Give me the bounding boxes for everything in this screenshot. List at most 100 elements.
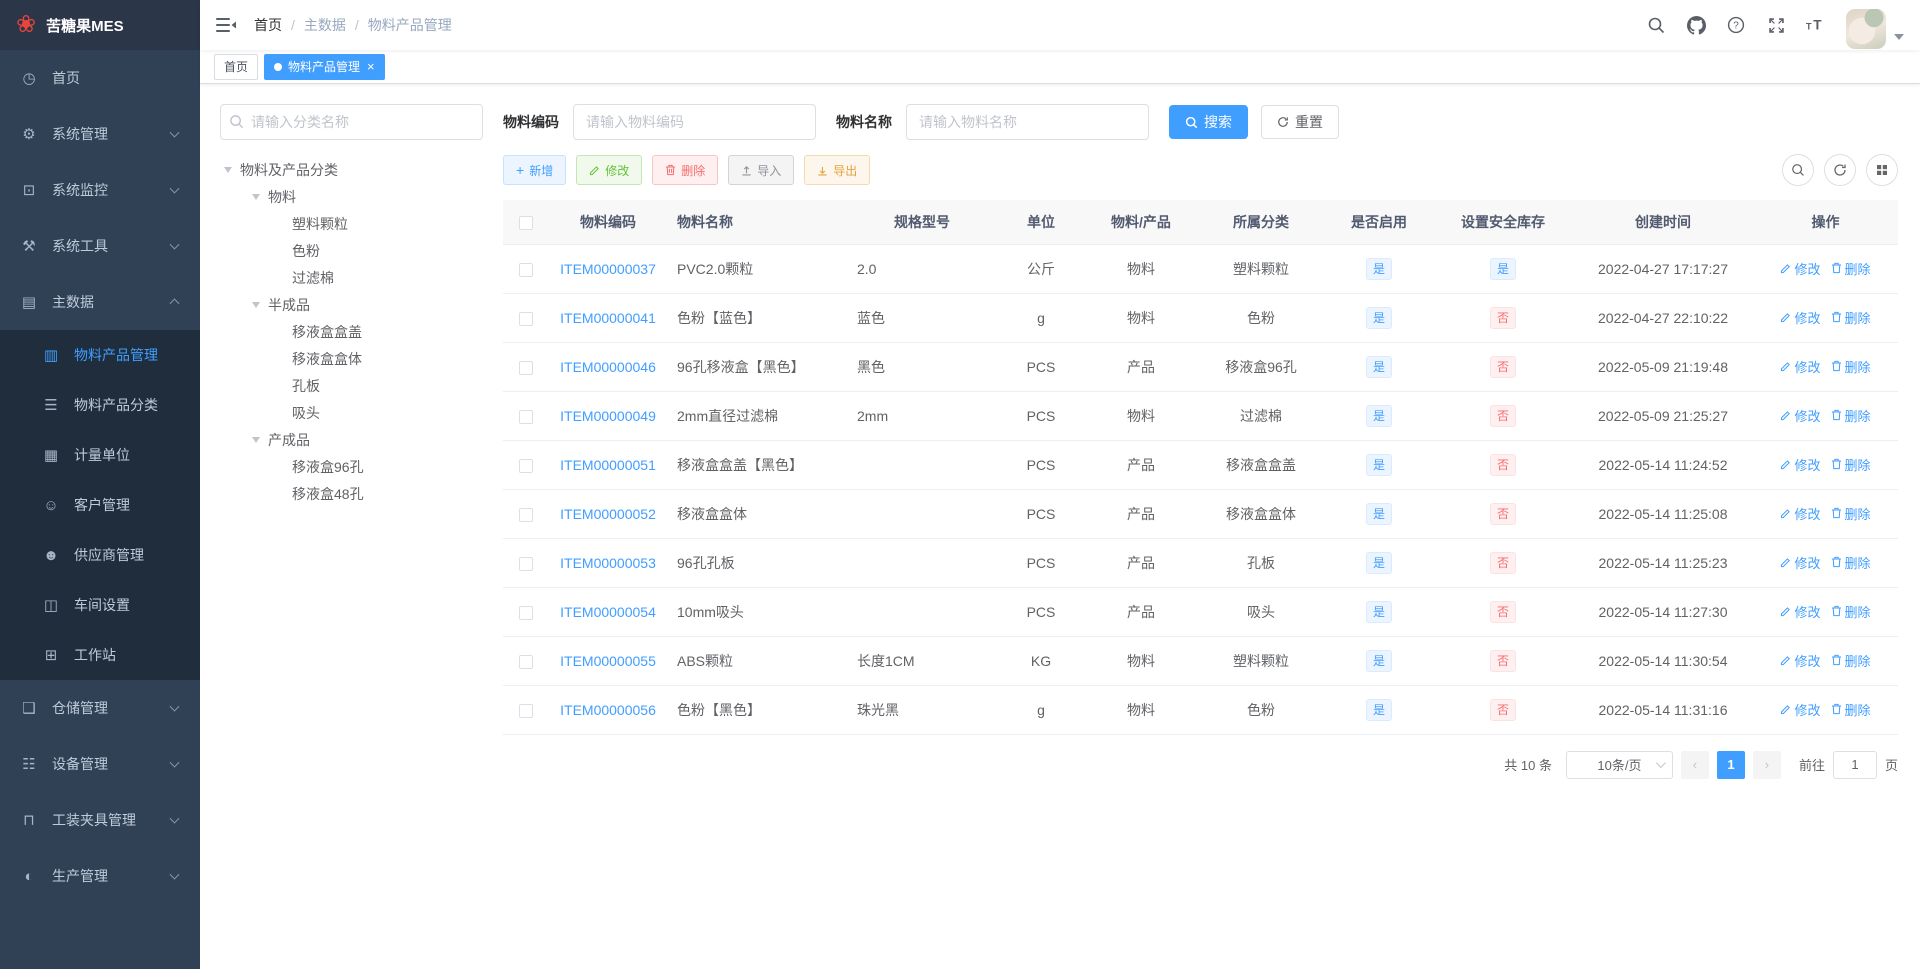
delete-link[interactable]: 删除 — [1831, 308, 1871, 327]
delete-button[interactable]: 删除 — [652, 155, 719, 185]
close-icon[interactable]: × — [367, 60, 375, 73]
material-code-link[interactable]: ITEM00000053 — [560, 555, 656, 571]
search-icon[interactable] — [1646, 15, 1666, 35]
delete-link[interactable]: 删除 — [1831, 700, 1871, 719]
delete-link[interactable]: 删除 — [1831, 357, 1871, 376]
github-icon[interactable] — [1686, 15, 1706, 35]
edit-link[interactable]: 修改 — [1780, 357, 1821, 376]
tree-node[interactable]: 塑料颗粒 — [220, 210, 483, 237]
avatar[interactable] — [1846, 9, 1886, 49]
page-size-select[interactable]: 10条/页 — [1565, 750, 1673, 779]
material-code-link[interactable]: ITEM00000041 — [560, 310, 656, 326]
row-checkbox[interactable] — [519, 507, 533, 522]
material-code-link[interactable]: ITEM00000037 — [560, 261, 656, 277]
select-all-checkbox[interactable] — [519, 215, 533, 230]
tree-node[interactable]: 孔板 — [220, 372, 483, 399]
tree-search-input[interactable] — [220, 104, 483, 140]
sidebar-item-material-product-category[interactable]: ☰ 物料产品分类 — [0, 380, 200, 430]
sidebar-item-equipment-manage[interactable]: ☷ 设备管理 — [0, 736, 200, 792]
tree-expand-icon[interactable] — [252, 432, 268, 447]
sidebar-item-workstation[interactable]: ⊞ 工作站 — [0, 630, 200, 680]
import-button[interactable]: 导入 — [728, 155, 795, 185]
material-code-input[interactable] — [573, 104, 816, 140]
row-checkbox[interactable] — [519, 703, 533, 718]
sidebar-item-master-data[interactable]: ▤ 主数据 — [0, 274, 200, 330]
row-checkbox[interactable] — [519, 556, 533, 571]
refresh-icon[interactable] — [1824, 154, 1856, 186]
delete-link[interactable]: 删除 — [1831, 504, 1871, 523]
tree-node[interactable]: 半成品 — [220, 291, 483, 318]
sidebar-item-workshop-setting[interactable]: ◫ 车间设置 — [0, 580, 200, 630]
delete-link[interactable]: 删除 — [1831, 602, 1871, 621]
page-number-button[interactable]: 1 — [1716, 750, 1745, 779]
reset-button[interactable]: 重置 — [1261, 105, 1339, 139]
tree-expand-icon[interactable] — [224, 162, 240, 177]
sidebar-item-customer-manage[interactable]: ☺ 客户管理 — [0, 480, 200, 530]
tree-node[interactable]: 物料及产品分类 — [220, 156, 483, 183]
row-checkbox[interactable] — [519, 654, 533, 669]
edit-link[interactable]: 修改 — [1780, 651, 1821, 670]
material-code-link[interactable]: ITEM00000051 — [560, 457, 656, 473]
edit-link[interactable]: 修改 — [1780, 406, 1821, 425]
delete-link[interactable]: 删除 — [1831, 259, 1871, 278]
tab-home[interactable]: 首页 — [214, 53, 259, 80]
columns-grid-icon[interactable] — [1866, 154, 1898, 186]
edit-link[interactable]: 修改 — [1780, 455, 1821, 474]
tree-node[interactable]: 吸头 — [220, 399, 483, 426]
row-checkbox[interactable] — [519, 605, 533, 620]
sidebar-item-system-tools[interactable]: ⚒ 系统工具 — [0, 218, 200, 274]
sidebar-item-production-manage[interactable]: ◐ 生产管理 — [0, 848, 200, 904]
edit-link[interactable]: 修改 — [1780, 259, 1821, 278]
tree-node[interactable]: 移液盒96孔 — [220, 453, 483, 480]
tab-material-product-management[interactable]: 物料产品管理 × — [264, 53, 385, 80]
tree-node[interactable]: 移液盒盒体 — [220, 345, 483, 372]
sidebar-item-system-manage[interactable]: ⚙ 系统管理 — [0, 106, 200, 162]
tree-node[interactable]: 物料 — [220, 183, 483, 210]
material-code-link[interactable]: ITEM00000055 — [560, 653, 656, 669]
edit-link[interactable]: 修改 — [1780, 700, 1821, 719]
export-button[interactable]: 导出 — [804, 155, 871, 185]
tree-node[interactable]: 色粉 — [220, 237, 483, 264]
font-size-icon[interactable]: T T — [1806, 15, 1826, 35]
edit-link[interactable]: 修改 — [1780, 504, 1821, 523]
tree-node[interactable]: 移液盒48孔 — [220, 480, 483, 507]
sidebar-item-measure-unit[interactable]: ▦ 计量单位 — [0, 430, 200, 480]
search-button[interactable]: 搜索 — [1169, 105, 1248, 139]
delete-link[interactable]: 删除 — [1831, 406, 1871, 425]
tree-expand-icon[interactable] — [252, 297, 268, 312]
prev-page-button[interactable]: ‹ — [1680, 750, 1709, 779]
delete-link[interactable]: 删除 — [1831, 455, 1871, 474]
row-checkbox[interactable] — [519, 360, 533, 375]
sidebar-item-warehouse-manage[interactable]: ❑ 仓储管理 — [0, 680, 200, 736]
material-code-link[interactable]: ITEM00000054 — [560, 604, 656, 620]
sidebar-item-fixture-manage[interactable]: ⊓ 工装夹具管理 — [0, 792, 200, 848]
material-code-link[interactable]: ITEM00000052 — [560, 506, 656, 522]
add-button[interactable]: + 新增 — [503, 155, 567, 185]
delete-link[interactable]: 删除 — [1831, 553, 1871, 572]
delete-link[interactable]: 删除 — [1831, 651, 1871, 670]
edit-link[interactable]: 修改 — [1780, 308, 1821, 327]
row-checkbox[interactable] — [519, 311, 533, 326]
tree-node[interactable]: 过滤棉 — [220, 264, 483, 291]
help-icon[interactable]: ? — [1726, 15, 1746, 35]
sidebar-toggle-icon[interactable] — [216, 16, 238, 34]
tree-node[interactable]: 移液盒盒盖 — [220, 318, 483, 345]
row-checkbox[interactable] — [519, 262, 533, 277]
sidebar-item-supplier-manage[interactable]: ☻ 供应商管理 — [0, 530, 200, 580]
tree-expand-icon[interactable] — [252, 189, 268, 204]
edit-link[interactable]: 修改 — [1780, 602, 1821, 621]
material-code-link[interactable]: ITEM00000056 — [560, 702, 656, 718]
show-search-icon[interactable] — [1782, 154, 1814, 186]
material-code-link[interactable]: ITEM00000049 — [560, 408, 656, 424]
material-code-link[interactable]: ITEM00000046 — [560, 359, 656, 375]
breadcrumb-master-data[interactable]: 主数据 — [304, 15, 346, 35]
goto-page-input[interactable] — [1832, 750, 1877, 779]
user-menu[interactable] — [1846, 9, 1904, 49]
next-page-button[interactable]: › — [1752, 750, 1781, 779]
material-name-input[interactable] — [906, 104, 1149, 140]
row-checkbox[interactable] — [519, 409, 533, 424]
sidebar-item-home[interactable]: ◷ 首页 — [0, 50, 200, 106]
row-checkbox[interactable] — [519, 458, 533, 473]
tree-node[interactable]: 产成品 — [220, 426, 483, 453]
fullscreen-icon[interactable] — [1766, 15, 1786, 35]
